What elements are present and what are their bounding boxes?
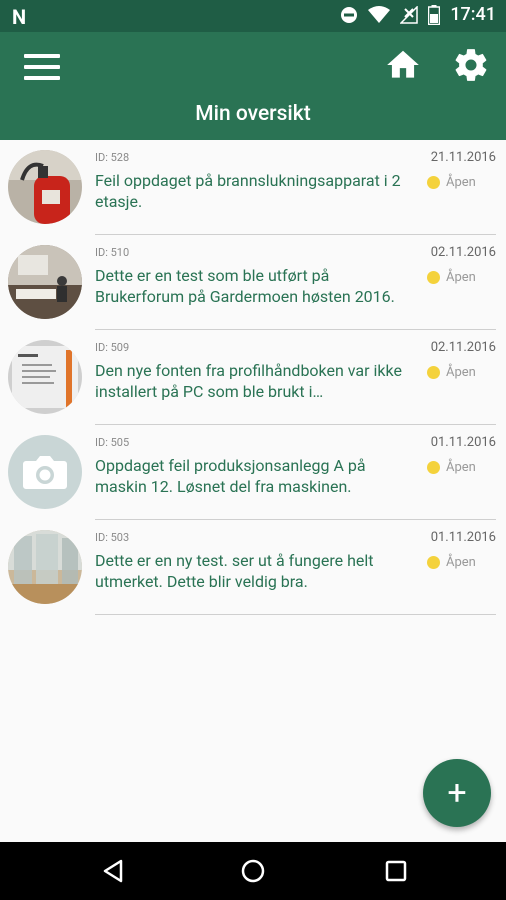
item-date: 02.11.2016 — [430, 340, 496, 355]
system-nav-bar — [0, 842, 506, 900]
menu-icon[interactable] — [24, 52, 60, 82]
status-indicator: Åpen — [427, 460, 476, 475]
list-item[interactable]: ID: 509 02.11.2016 Den nye fonten fra pr… — [0, 330, 506, 425]
item-id: ID: 528 — [95, 151, 130, 164]
item-id: ID: 505 — [95, 436, 130, 449]
status-label: Åpen — [446, 270, 476, 285]
thumbnail-fire-extinguisher — [8, 150, 82, 224]
status-dot-icon — [427, 556, 440, 569]
item-date: 21.11.2016 — [430, 150, 496, 165]
camera-placeholder-icon — [8, 435, 82, 509]
item-description: Dette er en test som ble utført på Bruke… — [95, 266, 395, 306]
item-id: ID: 503 — [95, 531, 130, 544]
add-report-button[interactable]: + — [423, 759, 491, 827]
list-item[interactable]: ID: 528 21.11.2016 Feil oppdaget på bran… — [0, 140, 506, 235]
thumbnail-presentation-slide — [8, 340, 82, 414]
plus-icon: + — [447, 773, 467, 813]
status-indicator: Åpen — [427, 270, 476, 285]
status-dot-icon — [427, 271, 440, 284]
status-dot-icon — [427, 176, 440, 189]
item-date: 02.11.2016 — [430, 245, 496, 260]
thumbnail-glass-office — [8, 530, 82, 604]
page-title: Min oversikt — [195, 102, 311, 126]
list-item[interactable]: ID: 510 02.11.2016 Dette er en test som … — [0, 235, 506, 330]
thumbnail-meeting-room — [8, 245, 82, 319]
item-id: ID: 510 — [95, 246, 130, 259]
gear-icon[interactable] — [452, 46, 490, 84]
carrier-icon: N — [12, 5, 27, 29]
list-item[interactable]: ID: 505 01.11.2016 Oppdaget feil produks… — [0, 425, 506, 520]
wifi-icon — [368, 5, 391, 23]
status-dot-icon — [427, 366, 440, 379]
clock: 17:41 — [450, 4, 496, 25]
no-signal-icon — [400, 5, 419, 24]
status-indicator: Åpen — [427, 175, 476, 190]
app-bar: Min oversikt — [0, 32, 506, 140]
item-date: 01.11.2016 — [430, 435, 496, 450]
item-description: Den nye fonten fra profilhåndboken var i… — [95, 361, 402, 401]
item-description: Oppdaget feil produksjonsanlegg A på mas… — [95, 456, 366, 496]
item-description: Feil oppdaget på brannslukningsapparat i… — [95, 171, 401, 211]
divider — [95, 614, 496, 615]
status-label: Åpen — [446, 365, 476, 380]
status-label: Åpen — [446, 460, 476, 475]
back-icon[interactable] — [100, 858, 126, 884]
recents-icon[interactable] — [383, 858, 409, 884]
item-id: ID: 509 — [95, 341, 130, 354]
battery-icon — [428, 4, 441, 25]
status-bar: N 17:41 — [0, 0, 506, 32]
status-dot-icon — [427, 461, 440, 474]
list-item[interactable]: ID: 503 01.11.2016 Dette er en ny test. … — [0, 520, 506, 615]
status-label: Åpen — [446, 175, 476, 190]
status-indicator: Åpen — [427, 555, 476, 570]
status-indicator: Åpen — [427, 365, 476, 380]
home-nav-icon[interactable] — [240, 858, 266, 884]
item-description: Dette er en ny test. ser ut å fungere he… — [95, 551, 374, 591]
report-list: ID: 528 21.11.2016 Feil oppdaget på bran… — [0, 140, 506, 615]
status-label: Åpen — [446, 555, 476, 570]
home-icon[interactable] — [384, 46, 422, 84]
item-date: 01.11.2016 — [430, 530, 496, 545]
do-not-disturb-icon — [341, 6, 358, 23]
